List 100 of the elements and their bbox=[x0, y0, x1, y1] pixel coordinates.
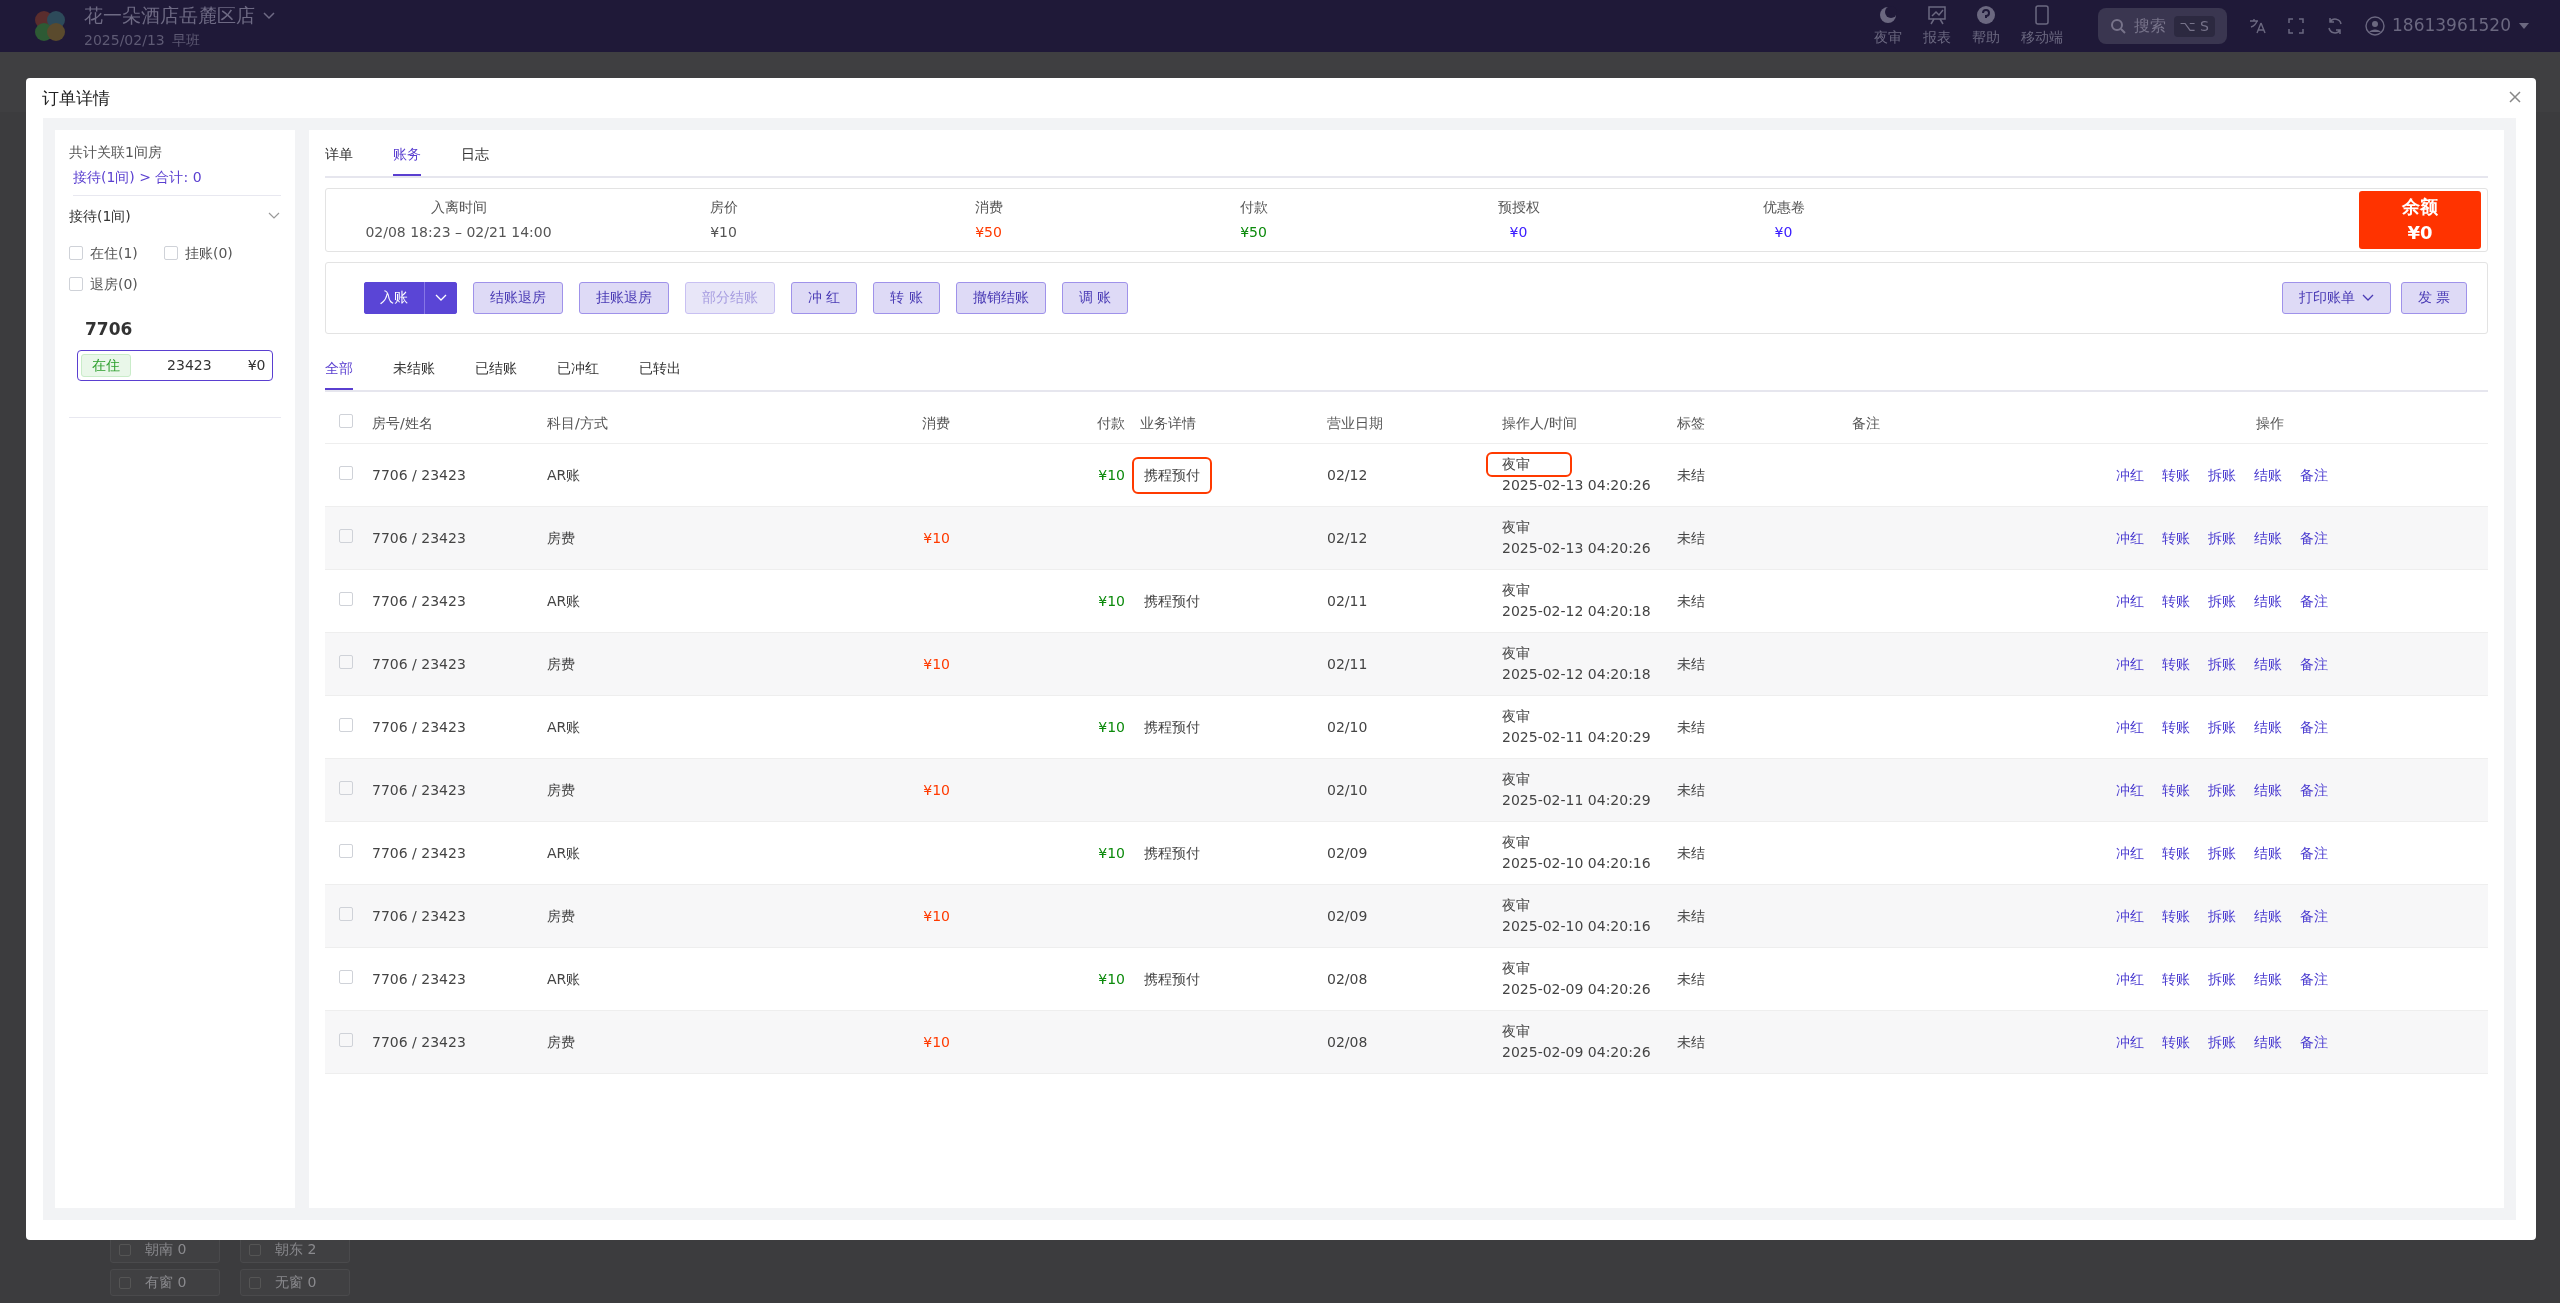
shift-name: 早班 bbox=[171, 30, 200, 50]
business-detail: 携程预付 bbox=[1144, 844, 1200, 861]
row-action-link[interactable]: 结账 bbox=[2254, 905, 2282, 927]
business-detail: 携程预付 bbox=[1144, 592, 1200, 609]
room-card[interactable]: 在住 23423 ¥0 bbox=[77, 350, 273, 381]
filter-checkbox[interactable]: 退房(0) bbox=[69, 273, 164, 295]
settle-tag: 未结 bbox=[1677, 718, 1705, 735]
row-action-link[interactable]: 备注 bbox=[2300, 527, 2328, 549]
row-action-link[interactable]: 拆账 bbox=[2208, 716, 2236, 738]
row-action-link[interactable]: 转账 bbox=[2162, 716, 2190, 738]
settle-tag: 未结 bbox=[1677, 592, 1705, 609]
operator-name: 夜审 bbox=[1488, 454, 1570, 475]
row-action-link[interactable]: 备注 bbox=[2300, 968, 2328, 990]
action-button[interactable]: 调 账 bbox=[1061, 281, 1129, 314]
row-action-link[interactable]: 转账 bbox=[2162, 464, 2190, 486]
invoice-button[interactable]: 发 票 bbox=[2400, 281, 2467, 314]
filter-checkbox[interactable]: 在住(1) bbox=[69, 242, 164, 264]
pay-amount: ¥10 bbox=[1098, 466, 1125, 483]
action-button[interactable]: 挂账退房 bbox=[579, 281, 669, 314]
row-action-link[interactable]: 冲红 bbox=[2116, 716, 2144, 738]
row-action-link[interactable]: 转账 bbox=[2162, 779, 2190, 801]
summary-value: 02/08 18:23 – 02/21 14:00 bbox=[364, 222, 553, 242]
row-action-link[interactable]: 备注 bbox=[2300, 464, 2328, 486]
row-action-link[interactable]: 结账 bbox=[2254, 590, 2282, 612]
room-number: 7706 bbox=[85, 317, 134, 341]
row-action-link[interactable]: 冲红 bbox=[2116, 842, 2144, 864]
row-action-link[interactable]: 冲红 bbox=[2116, 905, 2144, 927]
row-action-link[interactable]: 冲红 bbox=[2116, 464, 2144, 486]
row-action-link[interactable]: 冲红 bbox=[2116, 653, 2144, 675]
room-guest: 7706 / 23423 bbox=[372, 466, 466, 483]
filter-tab[interactable]: 已转出 bbox=[639, 351, 681, 390]
action-button[interactable]: 撤销结账 bbox=[955, 281, 1046, 314]
row-action-link[interactable]: 冲红 bbox=[2116, 527, 2144, 549]
row-action-link[interactable]: 拆账 bbox=[2208, 842, 2236, 864]
row-action-link[interactable]: 冲红 bbox=[2116, 968, 2144, 990]
row-action-link[interactable]: 备注 bbox=[2300, 842, 2328, 864]
row-action-link[interactable]: 拆账 bbox=[2208, 653, 2236, 675]
row-action-link[interactable]: 结账 bbox=[2254, 653, 2282, 675]
row-action-link[interactable]: 结账 bbox=[2254, 527, 2282, 549]
column-header: 科目/方式 bbox=[547, 414, 608, 431]
breadcrumb-link[interactable]: 接待(1间) > 合计: 0 bbox=[73, 166, 281, 196]
row-action-link[interactable]: 冲红 bbox=[2116, 1031, 2144, 1053]
row-action-link[interactable]: 备注 bbox=[2300, 590, 2328, 612]
row-action-link[interactable]: 拆账 bbox=[2208, 968, 2236, 990]
action-button[interactable]: 冲 红 bbox=[791, 281, 858, 314]
detail-tab[interactable]: 账务 bbox=[393, 137, 421, 176]
business-date: 02/09 bbox=[1327, 907, 1368, 924]
group-header[interactable]: 接待(1间) bbox=[69, 205, 281, 227]
row-action-link[interactable]: 结账 bbox=[2254, 779, 2282, 801]
column-header: 操作 bbox=[2256, 414, 2284, 431]
summary-value: ¥0 bbox=[1508, 222, 1529, 242]
row-action-link[interactable]: 备注 bbox=[2300, 779, 2328, 801]
business-date: 02/11 bbox=[1327, 655, 1368, 672]
operation-time: 2025-02-09 04:20:26 bbox=[1502, 980, 1652, 999]
row-action-link[interactable]: 转账 bbox=[2162, 590, 2190, 612]
row-action-link[interactable]: 拆账 bbox=[2208, 779, 2236, 801]
detail-tab[interactable]: 详单 bbox=[325, 137, 353, 176]
row-action-link[interactable]: 备注 bbox=[2300, 905, 2328, 927]
row-action-link[interactable]: 转账 bbox=[2162, 968, 2190, 990]
row-action-link[interactable]: 结账 bbox=[2254, 968, 2282, 990]
settle-tag: 未结 bbox=[1677, 529, 1705, 546]
row-action-link[interactable]: 结账 bbox=[2254, 464, 2282, 486]
summary-label: 付款 bbox=[1238, 197, 1269, 217]
filter-tab[interactable]: 未结账 bbox=[393, 351, 435, 390]
operation-time: 2025-02-12 04:20:18 bbox=[1502, 602, 1652, 621]
row-action-link[interactable]: 拆账 bbox=[2208, 1031, 2236, 1053]
row-action-link[interactable]: 拆账 bbox=[2208, 905, 2236, 927]
row-action-link[interactable]: 备注 bbox=[2300, 716, 2328, 738]
filter-tab[interactable]: 已冲红 bbox=[557, 351, 599, 390]
row-action-link[interactable]: 转账 bbox=[2162, 905, 2190, 927]
row-action-link[interactable]: 拆账 bbox=[2208, 464, 2236, 486]
operation-time: 2025-02-11 04:20:29 bbox=[1502, 791, 1652, 810]
row-action-link[interactable]: 转账 bbox=[2162, 653, 2190, 675]
row-action-link[interactable]: 拆账 bbox=[2208, 590, 2236, 612]
filter-tab[interactable]: 已结账 bbox=[475, 351, 517, 390]
row-action-link[interactable]: 结账 bbox=[2254, 1031, 2282, 1053]
operation-time: 2025-02-11 04:20:29 bbox=[1502, 728, 1652, 747]
column-header: 业务详情 bbox=[1140, 414, 1196, 431]
operator-name: 夜审 bbox=[1502, 644, 1531, 663]
filter-checkbox[interactable]: 挂账(0) bbox=[164, 242, 259, 264]
filter-tab[interactable]: 全部 bbox=[325, 351, 353, 390]
row-action-link[interactable]: 拆账 bbox=[2208, 527, 2236, 549]
row-action-link[interactable]: 冲红 bbox=[2116, 590, 2144, 612]
account-item: 房费 bbox=[547, 1033, 575, 1050]
column-header: 备注 bbox=[1852, 414, 1880, 431]
pay-amount: ¥10 bbox=[1098, 592, 1125, 609]
business-date: 02/08 bbox=[1327, 970, 1368, 987]
row-action-link[interactable]: 转账 bbox=[2162, 527, 2190, 549]
print-dropdown-button[interactable]: 打印账单 bbox=[2281, 281, 2391, 314]
action-button[interactable]: 转 账 bbox=[873, 281, 940, 314]
row-action-link[interactable]: 备注 bbox=[2300, 653, 2328, 675]
business-date: 02/08 bbox=[1327, 1033, 1368, 1050]
detail-tab[interactable]: 日志 bbox=[461, 137, 489, 176]
row-action-link[interactable]: 转账 bbox=[2162, 842, 2190, 864]
action-button[interactable]: 结账退房 bbox=[473, 281, 563, 314]
row-action-link[interactable]: 结账 bbox=[2254, 716, 2282, 738]
row-action-link[interactable]: 结账 bbox=[2254, 842, 2282, 864]
row-action-link[interactable]: 转账 bbox=[2162, 1031, 2190, 1053]
row-action-link[interactable]: 冲红 bbox=[2116, 779, 2144, 801]
row-action-link[interactable]: 备注 bbox=[2300, 1031, 2328, 1053]
